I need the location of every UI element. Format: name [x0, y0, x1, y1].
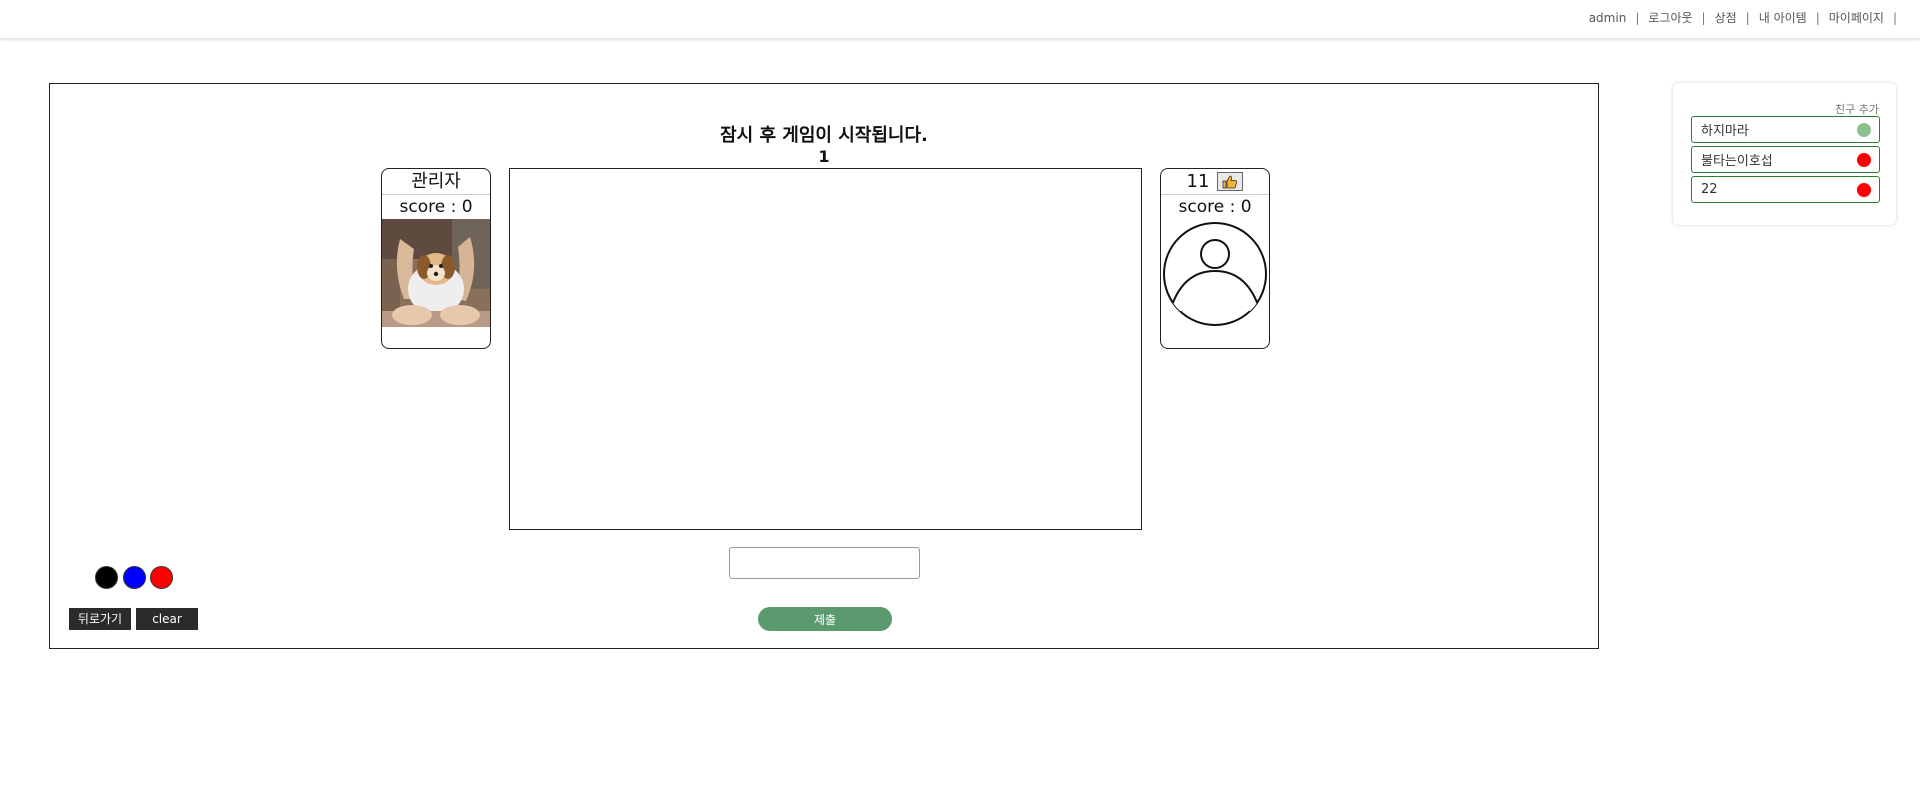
countdown-number: 1 [818, 147, 830, 166]
friend-item[interactable]: 22 [1691, 176, 1880, 203]
nav-separator: | [1701, 10, 1706, 25]
player-name: 11 [1161, 169, 1269, 195]
player-name-text: 11 [1186, 170, 1210, 192]
player-card-admin: 관리자 score : 0 [381, 168, 491, 349]
nav-separator: | [1745, 10, 1750, 25]
default-user-icon [1163, 222, 1267, 326]
player-score: score : 0 [399, 197, 473, 217]
game-panel: 잠시 후 게임이 시작됩니다. 1 관리자 score : 0 11 score… [49, 83, 1599, 649]
nav-separator: | [1892, 10, 1897, 25]
drawing-canvas[interactable] [509, 168, 1142, 530]
nav-link-my-items[interactable]: 내 아이템 [1759, 9, 1807, 26]
player-score: score : 0 [1178, 197, 1252, 217]
online-status-dot [1857, 122, 1871, 137]
friend-item[interactable]: 불타는이호섭 [1691, 146, 1880, 173]
back-button[interactable]: 뒤로가기 [69, 608, 131, 630]
player-card-11: 11 score : 0 [1160, 168, 1270, 349]
top-nav: admin | 로그아웃 | 상점 | 내 아이템 | 마이페이지 | [0, 0, 1920, 38]
friend-name: 22 [1701, 182, 1718, 197]
color-blue-swatch[interactable] [123, 566, 146, 589]
friend-name: 불타는이호섭 [1701, 154, 1773, 169]
friends-panel: 친구 추가 하지마라 불타는이호섭 22 [1673, 83, 1896, 225]
color-red-swatch[interactable] [150, 566, 173, 589]
add-friend-link[interactable]: 친구 추가 [1835, 101, 1879, 117]
nav-link-admin[interactable]: admin [1589, 11, 1627, 25]
nav-link-shop[interactable]: 상점 [1715, 9, 1737, 26]
player-photo [382, 219, 490, 327]
nav-separator: | [1635, 10, 1640, 25]
color-black-swatch[interactable] [95, 566, 118, 589]
game-status-text: 잠시 후 게임이 시작됩니다. [720, 125, 928, 146]
nav-separator: | [1815, 10, 1820, 25]
friend-item[interactable]: 하지마라 [1691, 116, 1880, 143]
player-name-text: 관리자 [411, 170, 461, 192]
like-button[interactable] [1217, 172, 1244, 191]
clear-button[interactable]: clear [136, 608, 198, 630]
offline-status-dot [1857, 152, 1871, 167]
nav-link-logout[interactable]: 로그아웃 [1648, 9, 1692, 26]
friend-name: 하지마라 [1701, 124, 1749, 139]
offline-status-dot [1857, 182, 1871, 197]
submit-button[interactable]: 제출 [758, 607, 892, 631]
player-name: 관리자 [382, 169, 490, 195]
nav-link-mypage[interactable]: 마이페이지 [1829, 9, 1884, 26]
top-nav-links: admin | 로그아웃 | 상점 | 내 아이템 | 마이페이지 | [1589, 9, 1906, 26]
answer-input[interactable] [729, 547, 920, 579]
thumbs-up-icon [1223, 175, 1238, 188]
